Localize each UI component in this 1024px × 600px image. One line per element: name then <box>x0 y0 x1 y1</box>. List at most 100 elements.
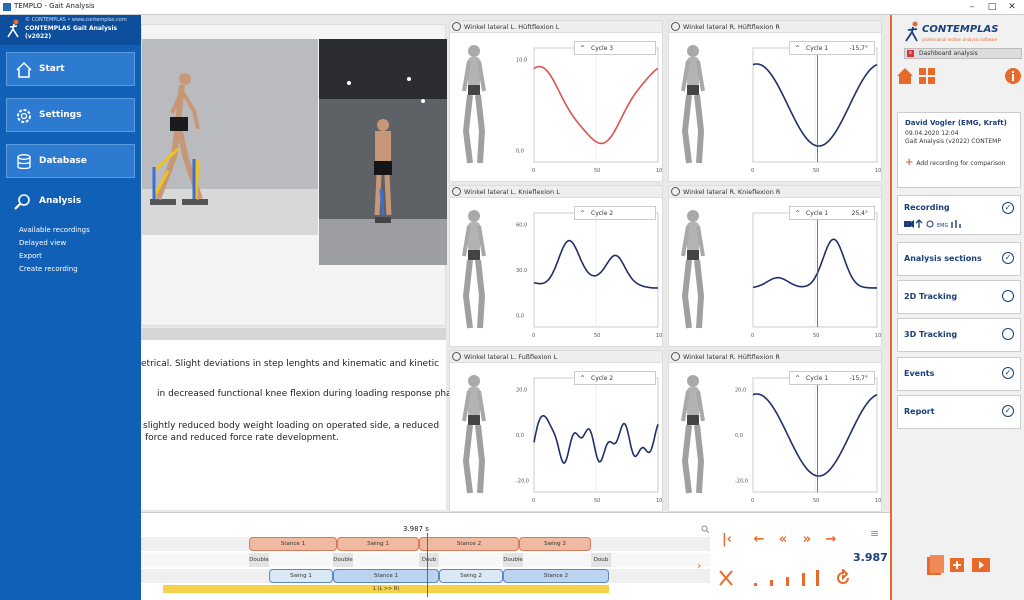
info-icon[interactable] <box>1004 67 1022 85</box>
player-menu-icon[interactable]: ≡ <box>870 527 879 540</box>
double-support-4: Double <box>503 553 523 567</box>
chart-panel-4[interactable]: Winkel lateral R. Knieflexion R 0 50 100 ^ Cy… <box>668 185 882 347</box>
cycle-readout[interactable]: ^ Cycle 2 <box>574 371 656 385</box>
cycle-label: Cycle 2 <box>591 210 614 217</box>
collapse-icon[interactable] <box>671 187 680 196</box>
close-button[interactable]: ✕ <box>1002 1 1022 13</box>
chart-panel-5[interactable]: Winkel lateral L. Fußflexion L 0 50 100 20,0… <box>449 350 663 512</box>
window-title: TEMPLO - Gait Analysis <box>14 2 95 10</box>
recording-date: 09.04.2020 12:04 <box>905 130 959 137</box>
home-icon[interactable] <box>896 67 914 85</box>
runner-logo-icon <box>905 21 918 42</box>
chart-title: Winkel lateral R. Hüftflexion R <box>683 353 780 361</box>
nav-settings-button[interactable]: Settings <box>6 98 135 132</box>
step-analysis-sections[interactable]: Analysis sections ✓ <box>897 242 1021 276</box>
step-recording[interactable]: Recording ✓ EMG <box>897 195 1021 235</box>
step-2d-tracking[interactable]: 2D Tracking <box>897 280 1021 314</box>
chart-panel-6[interactable]: Winkel lateral R. Hüftflexion R 0 50 100 20,… <box>668 350 882 512</box>
skeleton-figure-icon <box>462 45 486 164</box>
dashboard-tab[interactable]: x Dashboard analysis <box>904 48 1022 59</box>
nav-start-button[interactable]: Start <box>6 52 135 86</box>
dashboard-close-icon[interactable]: x <box>907 50 914 57</box>
cycle-readout[interactable]: ^ Cycle 1 -15,7° <box>789 41 875 55</box>
collapse-icon[interactable] <box>452 352 461 361</box>
step-back-button[interactable]: ← <box>748 531 770 549</box>
collapse-icon[interactable] <box>452 22 461 31</box>
video-play-icon[interactable] <box>972 558 990 572</box>
chart-plot[interactable]: 0 50 100 20,0 0,0 -20,0 <box>516 366 662 506</box>
recording-app: Gait Analysis (v2022) CONTEMP <box>905 138 1001 145</box>
player-controls: ≡ |‹ ← « » → 3.987 <box>710 512 890 600</box>
chart-panel-2[interactable]: Winkel lateral R. Hüftflexion R 0 50 100 ^ Cy… <box>668 20 882 182</box>
book-icon[interactable] <box>926 555 946 577</box>
phase-right-swing-1[interactable]: Swing 1 <box>269 569 333 583</box>
jump-start-button[interactable]: |‹ <box>716 531 738 549</box>
phase-left-swing-2[interactable]: Swing 2 <box>519 537 591 551</box>
x-tick-label: 50 <box>813 498 819 504</box>
step-events[interactable]: Events ✓ <box>897 357 1021 391</box>
timeline[interactable]: 3.987 s Stance 1 Swing 1 Stance 2 Swing … <box>141 512 710 600</box>
cycle-readout[interactable]: ^ Cycle 3 <box>574 41 656 55</box>
nav-sub-create-recording[interactable]: Create recording <box>19 265 78 273</box>
chart-plot[interactable]: 0 50 100 20,0 0,0 -20,0 <box>735 366 881 506</box>
phase-right-stance-1[interactable]: Stance 1 <box>333 569 439 583</box>
chart-plot[interactable]: 0 50 100 <box>735 201 881 341</box>
plus-icon: + <box>905 157 914 168</box>
collapse-icon[interactable] <box>671 352 680 361</box>
report-text-area[interactable]: etrical. Slight deviations in step lengh… <box>141 340 476 510</box>
gear-icon <box>17 109 31 123</box>
nav-analysis-button[interactable]: Analysis <box>14 193 134 213</box>
chart-plot[interactable]: 0 50 100 <box>735 36 881 176</box>
chart-plot[interactable]: 0 50 100 60,0 30,0 0,0 <box>516 201 662 341</box>
phase-right-swing-2[interactable]: Swing 2 <box>439 569 503 583</box>
step-report[interactable]: Report ✓ <box>897 395 1021 429</box>
cycle-marker-icon: ^ <box>795 375 801 382</box>
collapse-icon[interactable] <box>452 187 461 196</box>
add-icon[interactable] <box>950 558 964 572</box>
fast-forward-button[interactable]: » <box>796 531 818 549</box>
step-bar[interactable]: 1 (L >> R) <box>163 585 609 593</box>
phase-right-stance-2[interactable]: Stance 2 <box>503 569 609 583</box>
chart-panel-1[interactable]: Winkel lateral L. Hüftflexion L 0 50 100 10,… <box>449 20 663 182</box>
home-icon <box>16 61 32 78</box>
chart-panel-3[interactable]: Winkel lateral L. Knieflexion L 0 50 100 60,… <box>449 185 663 347</box>
rear-view-video[interactable] <box>319 39 447 265</box>
nav-analysis-label: Analysis <box>39 196 82 206</box>
zoom-icon[interactable] <box>701 525 709 533</box>
nav-database-button[interactable]: Database <box>6 144 135 178</box>
speed-bars-icon[interactable] <box>750 569 822 587</box>
nav-sub-delayed-view[interactable]: Delayed view <box>19 239 66 247</box>
minimize-button[interactable]: – <box>962 1 982 13</box>
recording-sensors: EMG <box>904 219 964 229</box>
nav-sub-available-recordings[interactable]: Available recordings <box>19 226 90 234</box>
x-tick-label: 50 <box>594 498 600 504</box>
side-view-video[interactable] <box>142 39 318 235</box>
step-events-check-icon: ✓ <box>1002 367 1014 379</box>
nav-sub-export[interactable]: Export <box>19 252 42 260</box>
collapse-icon[interactable] <box>671 22 680 31</box>
step-report-label: Report <box>904 407 935 416</box>
chart-plot[interactable]: 0 50 100 10,0 0,0 <box>516 36 662 176</box>
step-3d-tracking-check-icon <box>1002 328 1014 340</box>
recording-card[interactable]: David Vogler (EMG, Kraft) 09.04.2020 12:… <box>897 112 1021 188</box>
playhead[interactable] <box>427 533 428 597</box>
step-forward-button[interactable]: → <box>820 531 842 549</box>
timeline-next-icon[interactable]: › <box>697 559 701 572</box>
maximize-button[interactable]: □ <box>982 1 1002 13</box>
chart-title: Winkel lateral L. Knieflexion L <box>464 188 560 196</box>
phase-left-stance-2[interactable]: Stance 2 <box>419 537 519 551</box>
step-3d-tracking[interactable]: 3D Tracking <box>897 318 1021 352</box>
x-tick-label: 50 <box>594 333 600 339</box>
add-comparison-button[interactable]: + Add recording for comparison <box>905 157 1005 168</box>
timeline-time-marker: 3.987 s <box>403 525 429 533</box>
y-tick-label: 60,0 <box>516 222 527 228</box>
loop-icon[interactable] <box>834 569 852 587</box>
cycle-readout[interactable]: ^ Cycle 1 25,4° <box>789 206 875 220</box>
cycle-readout[interactable]: ^ Cycle 1 -15,7° <box>789 371 875 385</box>
fast-back-button[interactable]: « <box>772 531 794 549</box>
phase-left-swing-1[interactable]: Swing 1 <box>337 537 419 551</box>
phase-left-stance-1[interactable]: Stance 1 <box>249 537 337 551</box>
cycle-readout[interactable]: ^ Cycle 2 <box>574 206 656 220</box>
grid-layout-icon[interactable] <box>918 67 936 85</box>
trim-icon[interactable] <box>718 569 734 587</box>
